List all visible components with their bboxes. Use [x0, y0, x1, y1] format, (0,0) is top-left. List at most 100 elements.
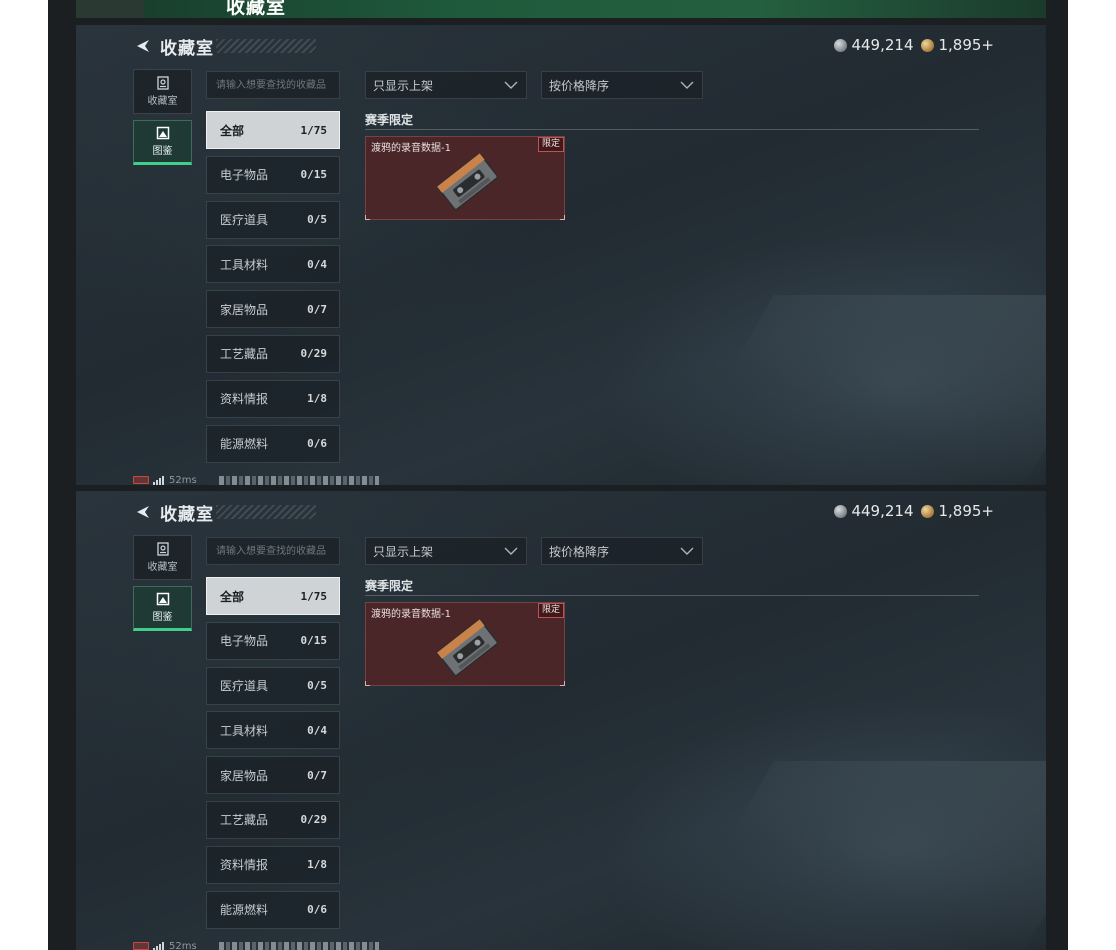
category-tools[interactable]: 工具材料 0/4	[206, 711, 340, 750]
side-nav-vault[interactable]: 收藏室	[133, 69, 192, 114]
collectible-item-card[interactable]: 渡鸦的录音数据-1 限定	[365, 602, 565, 686]
category-count: 0/7	[307, 768, 327, 782]
category-count: 0/6	[307, 903, 327, 917]
title-decoration	[216, 39, 316, 53]
back-arrow-icon[interactable]	[134, 503, 152, 521]
signal-icon	[153, 941, 165, 950]
background-mountain-ridge	[658, 761, 1046, 950]
silver-coin-icon	[834, 38, 848, 52]
category-all[interactable]: 全部 1/75	[206, 111, 340, 149]
category-name: 工具材料	[220, 723, 269, 738]
category-count: 0/4	[307, 257, 327, 271]
category-energy[interactable]: 能源燃料 0/6	[206, 890, 340, 929]
side-nav: 收藏室 图鉴	[133, 535, 193, 637]
banner-title: 收藏室	[226, 0, 287, 18]
category-name: 医疗道具	[220, 679, 269, 694]
category-name: 家居物品	[220, 302, 269, 317]
codex-icon	[156, 126, 169, 140]
back-arrow-icon[interactable]	[134, 37, 152, 55]
title-decoration	[216, 505, 316, 519]
chevron-down-icon	[504, 547, 518, 555]
category-tools[interactable]: 工具材料 0/4	[206, 245, 340, 284]
dropdown-value: 按价格降序	[549, 78, 610, 93]
category-count: 1/8	[307, 392, 327, 406]
side-nav-codex[interactable]: 图鉴	[133, 586, 192, 631]
display-filter-dropdown[interactable]: 只显示上架	[365, 537, 527, 565]
page-title: 收藏室	[160, 38, 214, 59]
silver-amount: 449,214	[851, 502, 914, 520]
card-corner	[560, 681, 565, 686]
sort-dropdown[interactable]: 按价格降序	[541, 71, 703, 99]
banner-left-block	[76, 0, 144, 18]
category-count: 0/29	[300, 347, 328, 361]
side-nav-label: 图鉴	[152, 612, 173, 623]
category-count: 0/15	[300, 634, 328, 648]
category-count: 0/5	[307, 679, 327, 693]
category-intel[interactable]: 资料情报 1/8	[206, 379, 340, 418]
category-name: 电子物品	[220, 634, 269, 649]
ping-value: 52ms	[169, 474, 197, 486]
category-crafts[interactable]: 工艺藏品 0/29	[206, 334, 340, 373]
display-filter-dropdown[interactable]: 只显示上架	[365, 71, 527, 99]
top-banner: 收藏室	[76, 0, 1046, 18]
battery-icon	[133, 942, 149, 950]
vault-icon	[156, 542, 169, 556]
collection-panel-2: 收藏室 449,214 1,895+ 收藏室 图鉴 全部 1/75 电子物品 0/1…	[76, 491, 1046, 950]
category-name: 全部	[220, 123, 245, 138]
category-name: 工艺藏品	[220, 347, 269, 362]
category-household[interactable]: 家居物品 0/7	[206, 290, 340, 329]
silver-coin-icon	[834, 504, 848, 518]
category-count: 0/5	[307, 213, 327, 227]
vault-icon	[156, 76, 169, 90]
codex-icon	[156, 592, 169, 606]
category-household[interactable]: 家居物品 0/7	[206, 756, 340, 795]
category-medical[interactable]: 医疗道具 0/5	[206, 200, 340, 239]
card-corner	[560, 215, 565, 220]
card-corner	[365, 215, 370, 220]
cassette-tape-icon	[437, 619, 499, 677]
battery-icon	[133, 476, 149, 484]
limited-badge: 限定	[537, 603, 564, 618]
dropdown-value: 按价格降序	[549, 544, 610, 559]
category-medical[interactable]: 医疗道具 0/5	[206, 666, 340, 705]
side-nav: 收藏室 图鉴	[133, 69, 193, 171]
status-bar: 52ms	[133, 940, 379, 950]
category-name: 工艺藏品	[220, 813, 269, 828]
chevron-down-icon	[504, 81, 518, 89]
category-count: 1/75	[300, 123, 328, 137]
category-intel[interactable]: 资料情报 1/8	[206, 845, 340, 884]
category-all[interactable]: 全部 1/75	[206, 577, 340, 615]
page-title: 收藏室	[160, 504, 214, 525]
category-electronics[interactable]: 电子物品 0/15	[206, 155, 340, 194]
side-nav-vault[interactable]: 收藏室	[133, 535, 192, 580]
category-name: 资料情报	[220, 858, 269, 873]
category-count: 0/15	[300, 168, 328, 182]
gold-amount[interactable]: 1,895+	[938, 36, 994, 54]
category-list: 全部 1/75 电子物品 0/15 医疗道具 0/5 工具材料 0/4 家居物品 0/7 …	[206, 111, 340, 469]
gold-coin-icon	[921, 504, 935, 518]
category-list: 全部 1/75 电子物品 0/15 医疗道具 0/5 工具材料 0/4 家居物品 0/7 …	[206, 577, 340, 935]
category-count: 1/8	[307, 858, 327, 872]
ping-value: 52ms	[169, 940, 197, 950]
category-energy[interactable]: 能源燃料 0/6	[206, 424, 340, 463]
search-input[interactable]	[206, 537, 340, 565]
category-name: 家居物品	[220, 768, 269, 783]
search-input[interactable]	[206, 71, 340, 99]
screenshot-page: 收藏室 收藏室 449,214 1,895+ 收藏室 图鉴 请输入想要查找的收藏…	[0, 0, 1116, 950]
category-count: 0/4	[307, 723, 327, 737]
card-corner	[365, 681, 370, 686]
category-name: 能源燃料	[220, 437, 269, 452]
category-name: 医疗道具	[220, 213, 269, 228]
cassette-tape-icon	[437, 153, 499, 211]
collectible-item-card[interactable]: 渡鸦的录音数据-1 限定	[365, 136, 565, 220]
side-nav-codex[interactable]: 图鉴	[133, 120, 192, 165]
gold-amount[interactable]: 1,895+	[938, 502, 994, 520]
category-electronics[interactable]: 电子物品 0/15	[206, 621, 340, 660]
section-title: 赛季限定	[365, 113, 414, 127]
limited-badge: 限定	[537, 137, 564, 152]
header: 收藏室	[134, 501, 316, 525]
category-crafts[interactable]: 工艺藏品 0/29	[206, 800, 340, 839]
dropdown-value: 只显示上架	[373, 78, 434, 93]
category-name: 工具材料	[220, 257, 269, 272]
sort-dropdown[interactable]: 按价格降序	[541, 537, 703, 565]
